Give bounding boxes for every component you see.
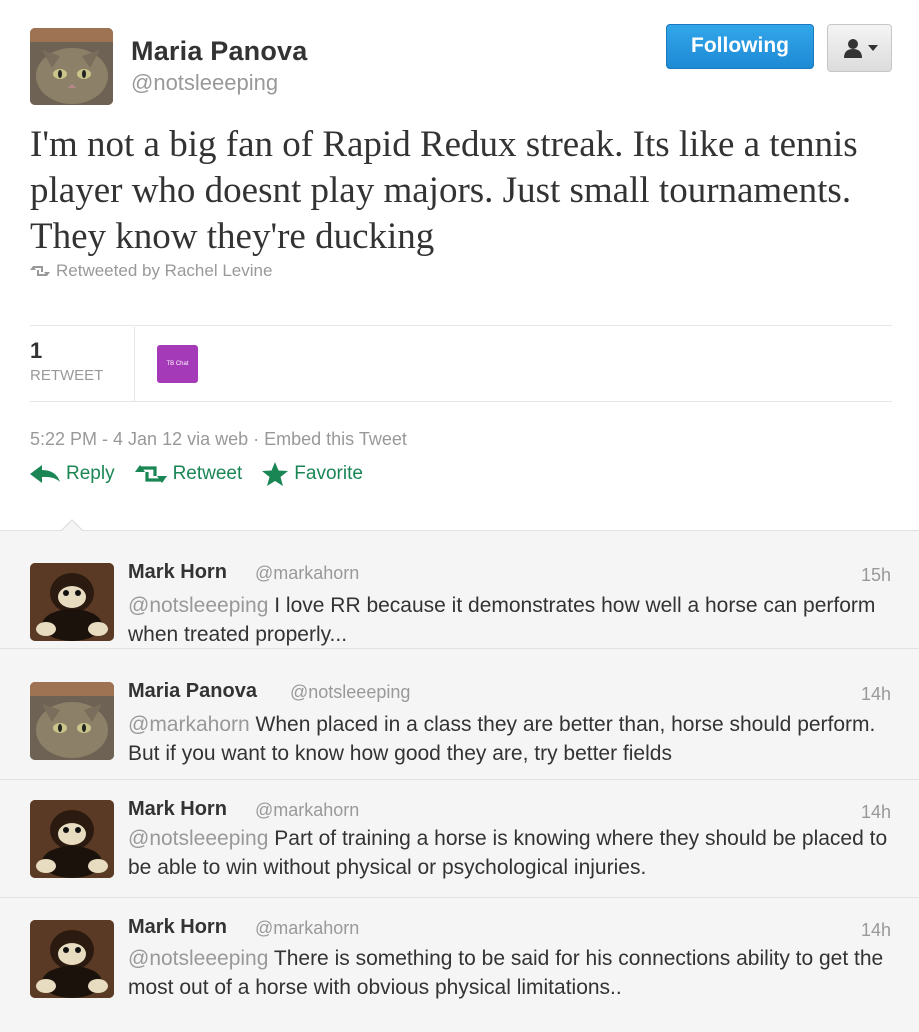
- reply-time[interactable]: 14h: [861, 802, 891, 823]
- reply-text: @markahorn When placed in a class they a…: [128, 710, 898, 768]
- user-icon: [843, 39, 862, 58]
- retweet-label: Retweet: [172, 463, 243, 484]
- cat-avatar-image: [30, 28, 113, 105]
- reply-mention[interactable]: @notsleeeping: [128, 594, 268, 617]
- divider: [30, 401, 892, 402]
- reply-text: @notsleeeping There is something to be s…: [128, 944, 898, 1002]
- favorite-label: Favorite: [294, 463, 363, 484]
- reply-author-name[interactable]: Mark Horn: [128, 561, 227, 584]
- user-actions-dropdown[interactable]: [827, 24, 892, 72]
- retweeter-avatar[interactable]: TB Chat: [157, 345, 198, 383]
- embed-tweet-link[interactable]: Embed this Tweet: [264, 429, 407, 449]
- retweeted-by-label: Retweeted by Rachel Levine: [56, 261, 273, 280]
- reply-author-name[interactable]: Maria Panova: [128, 680, 257, 703]
- retweet-count[interactable]: 1: [30, 338, 42, 364]
- caret-down-icon: [867, 45, 878, 51]
- reply-author-name[interactable]: Mark Horn: [128, 798, 227, 821]
- retweeted-by[interactable]: Retweeted by Rachel Levine: [30, 261, 272, 281]
- retweet-count-label: RETWEET: [30, 367, 104, 384]
- tweet-meta: 5:22 PM - 4 Jan 12 via web · Embed this …: [30, 429, 407, 450]
- reply-author-handle[interactable]: @markahorn: [255, 563, 359, 584]
- reply-author-handle[interactable]: @markahorn: [255, 918, 359, 939]
- reply-label: Reply: [66, 463, 115, 484]
- retweet-button[interactable]: Retweet: [134, 462, 243, 486]
- author-handle[interactable]: @notsleeeping: [131, 70, 278, 96]
- tweet-actions: Reply Retweet Favorite: [30, 462, 363, 486]
- reply-item[interactable]: Mark Horn @markahorn 14h @notsleeeping P…: [0, 780, 919, 898]
- reply-item[interactable]: Mark Horn @markahorn 15h @notsleeeping I…: [0, 531, 919, 649]
- reply-text: @notsleeeping Part of training a horse i…: [128, 824, 898, 882]
- reply-avatar[interactable]: [30, 920, 114, 998]
- reply-mention[interactable]: @notsleeeping: [128, 827, 268, 850]
- meta-separator: ·: [253, 429, 265, 449]
- monkey-avatar-image: [30, 563, 114, 641]
- reply-avatar[interactable]: [30, 563, 114, 641]
- author-avatar[interactable]: [30, 28, 113, 105]
- tweet-text: I'm not a big fan of Rapid Redux streak.…: [30, 124, 858, 257]
- divider: [30, 325, 892, 326]
- reply-author-name[interactable]: Mark Horn: [128, 916, 227, 939]
- reply-mention[interactable]: @markahorn: [128, 713, 250, 736]
- reply-avatar[interactable]: [30, 682, 114, 760]
- retweet-icon: [134, 465, 167, 483]
- tweet-timestamp[interactable]: 5:22 PM - 4 Jan 12 via web: [30, 429, 248, 449]
- reply-time[interactable]: 14h: [861, 920, 891, 941]
- retweet-small-icon: [30, 266, 50, 276]
- reply-avatar[interactable]: [30, 800, 114, 878]
- monkey-avatar-image: [30, 800, 114, 878]
- reply-button[interactable]: Reply: [30, 462, 115, 486]
- reply-time[interactable]: 14h: [861, 684, 891, 705]
- author-name[interactable]: Maria Panova: [131, 36, 307, 67]
- cat-avatar-image: [30, 682, 114, 760]
- reply-time[interactable]: 15h: [861, 565, 891, 586]
- reply-author-handle[interactable]: @markahorn: [255, 800, 359, 821]
- following-button[interactable]: Following: [666, 24, 814, 69]
- reply-mention[interactable]: @notsleeeping: [128, 947, 268, 970]
- reply-item[interactable]: Mark Horn @markahorn 14h @notsleeeping T…: [0, 898, 919, 1016]
- stats-separator: [134, 327, 135, 401]
- reply-icon: [30, 465, 60, 483]
- monkey-avatar-image: [30, 920, 114, 998]
- reply-author-handle[interactable]: @notsleeeping: [290, 682, 410, 703]
- star-icon: [262, 462, 289, 486]
- reply-item[interactable]: Maria Panova @notsleeeping 14h @markahor…: [0, 662, 919, 780]
- favorite-button[interactable]: Favorite: [262, 462, 363, 486]
- tweet-detail: Maria Panova @notsleeeping Following I'm…: [0, 0, 919, 530]
- reply-text: @notsleeeping I love RR because it demon…: [128, 591, 898, 649]
